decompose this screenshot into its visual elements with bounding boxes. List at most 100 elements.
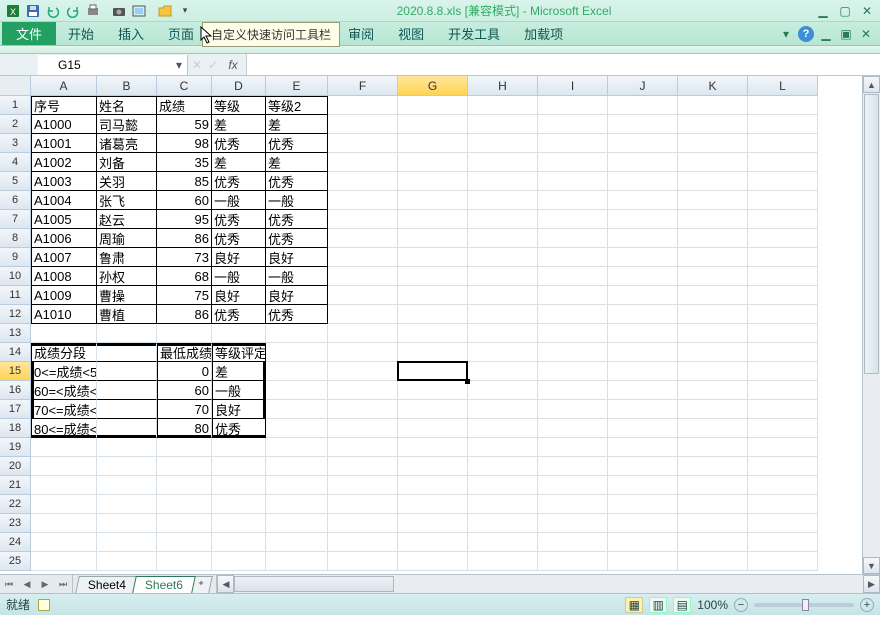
cell[interactable] xyxy=(398,134,468,153)
tab-view[interactable]: 视图 xyxy=(386,22,436,45)
cell[interactable] xyxy=(468,362,538,381)
cell[interactable] xyxy=(748,495,818,514)
cell[interactable] xyxy=(31,552,97,571)
cell[interactable] xyxy=(266,457,328,476)
cell[interactable] xyxy=(212,457,266,476)
zoom-out-button[interactable]: − xyxy=(734,598,748,612)
row-header-8[interactable]: 8 xyxy=(0,229,31,248)
fill-handle[interactable] xyxy=(465,379,470,384)
column-header-J[interactable]: J xyxy=(608,76,678,96)
cell[interactable] xyxy=(678,552,748,571)
cell[interactable] xyxy=(538,210,608,229)
cell[interactable]: 60=<成绩<70 xyxy=(31,381,97,400)
cell[interactable] xyxy=(97,457,157,476)
cell[interactable]: 优秀 xyxy=(266,134,328,153)
cell[interactable] xyxy=(748,191,818,210)
excel-icon[interactable]: X xyxy=(4,2,22,20)
cell[interactable]: 诸葛亮 xyxy=(97,134,157,153)
cell[interactable] xyxy=(266,438,328,457)
cell[interactable]: 差 xyxy=(266,153,328,172)
cell[interactable]: 68 xyxy=(157,267,212,286)
cell[interactable] xyxy=(266,476,328,495)
cell[interactable] xyxy=(266,343,328,362)
cell[interactable] xyxy=(398,343,468,362)
view-pagelayout-button[interactable]: ▥ xyxy=(649,597,667,613)
cell[interactable] xyxy=(97,438,157,457)
cell[interactable]: A1007 xyxy=(31,248,97,267)
cell[interactable] xyxy=(748,210,818,229)
cell[interactable] xyxy=(608,96,678,115)
cell[interactable] xyxy=(538,552,608,571)
cell[interactable] xyxy=(748,248,818,267)
cell[interactable] xyxy=(398,210,468,229)
cell[interactable]: 司马懿 xyxy=(97,115,157,134)
cell[interactable]: 张飞 xyxy=(97,191,157,210)
cell[interactable] xyxy=(748,96,818,115)
cell[interactable]: 等级评定 xyxy=(212,343,266,362)
cell[interactable] xyxy=(31,324,97,343)
cell[interactable] xyxy=(212,476,266,495)
cell[interactable] xyxy=(398,305,468,324)
cell[interactable]: 差 xyxy=(212,153,266,172)
cell[interactable] xyxy=(678,457,748,476)
cell[interactable] xyxy=(328,476,398,495)
cell[interactable] xyxy=(97,400,157,419)
cell[interactable] xyxy=(608,438,678,457)
cell[interactable] xyxy=(678,305,748,324)
cell[interactable] xyxy=(328,96,398,115)
cell[interactable] xyxy=(678,533,748,552)
cell[interactable] xyxy=(678,115,748,134)
cell[interactable] xyxy=(468,286,538,305)
cell[interactable]: 一般 xyxy=(212,267,266,286)
cell[interactable] xyxy=(608,286,678,305)
macro-record-icon[interactable] xyxy=(38,599,50,611)
cell[interactable] xyxy=(748,400,818,419)
cell[interactable] xyxy=(538,229,608,248)
cell[interactable] xyxy=(748,514,818,533)
view-normal-button[interactable]: ▦ xyxy=(625,597,643,613)
cell[interactable] xyxy=(398,438,468,457)
cell[interactable] xyxy=(678,362,748,381)
column-header-A[interactable]: A xyxy=(31,76,97,96)
cell[interactable]: A1002 xyxy=(31,153,97,172)
cell[interactable] xyxy=(398,381,468,400)
sheet-nav-first[interactable]: ⏮ xyxy=(0,575,18,593)
cell[interactable] xyxy=(468,324,538,343)
cell[interactable] xyxy=(266,362,328,381)
cell[interactable]: A1009 xyxy=(31,286,97,305)
cell[interactable]: 80<=成绩<=100 xyxy=(31,419,97,438)
cell[interactable]: 优秀 xyxy=(212,419,266,438)
cell[interactable] xyxy=(748,476,818,495)
select-all-corner[interactable] xyxy=(0,76,31,96)
cell[interactable] xyxy=(398,248,468,267)
cell[interactable]: 周瑜 xyxy=(97,229,157,248)
row-header-24[interactable]: 24 xyxy=(0,533,31,552)
cell[interactable] xyxy=(678,134,748,153)
cell[interactable]: A1000 xyxy=(31,115,97,134)
cell[interactable]: 70<=成绩<80 xyxy=(31,400,97,419)
cell[interactable] xyxy=(328,229,398,248)
row-header-25[interactable]: 25 xyxy=(0,552,31,571)
zoom-slider[interactable] xyxy=(754,603,854,607)
cell[interactable] xyxy=(468,495,538,514)
cell[interactable] xyxy=(328,305,398,324)
cell[interactable] xyxy=(748,286,818,305)
row-headers[interactable]: 1234567891011121314151617181920212223242… xyxy=(0,96,31,571)
row-header-23[interactable]: 23 xyxy=(0,514,31,533)
cell[interactable] xyxy=(157,438,212,457)
cell[interactable]: 60 xyxy=(157,191,212,210)
cell[interactable]: 序号 xyxy=(31,96,97,115)
cell[interactable] xyxy=(468,476,538,495)
cell[interactable] xyxy=(678,210,748,229)
workbook-restore-button[interactable]: ▣ xyxy=(838,26,854,42)
cell[interactable]: 刘备 xyxy=(97,153,157,172)
cell[interactable] xyxy=(468,400,538,419)
cell[interactable] xyxy=(678,324,748,343)
cell[interactable]: A1010 xyxy=(31,305,97,324)
cell[interactable] xyxy=(608,267,678,286)
cell[interactable] xyxy=(328,495,398,514)
cell[interactable] xyxy=(748,324,818,343)
cell[interactable] xyxy=(266,400,328,419)
cell[interactable]: 良好 xyxy=(212,286,266,305)
row-header-11[interactable]: 11 xyxy=(0,286,31,305)
